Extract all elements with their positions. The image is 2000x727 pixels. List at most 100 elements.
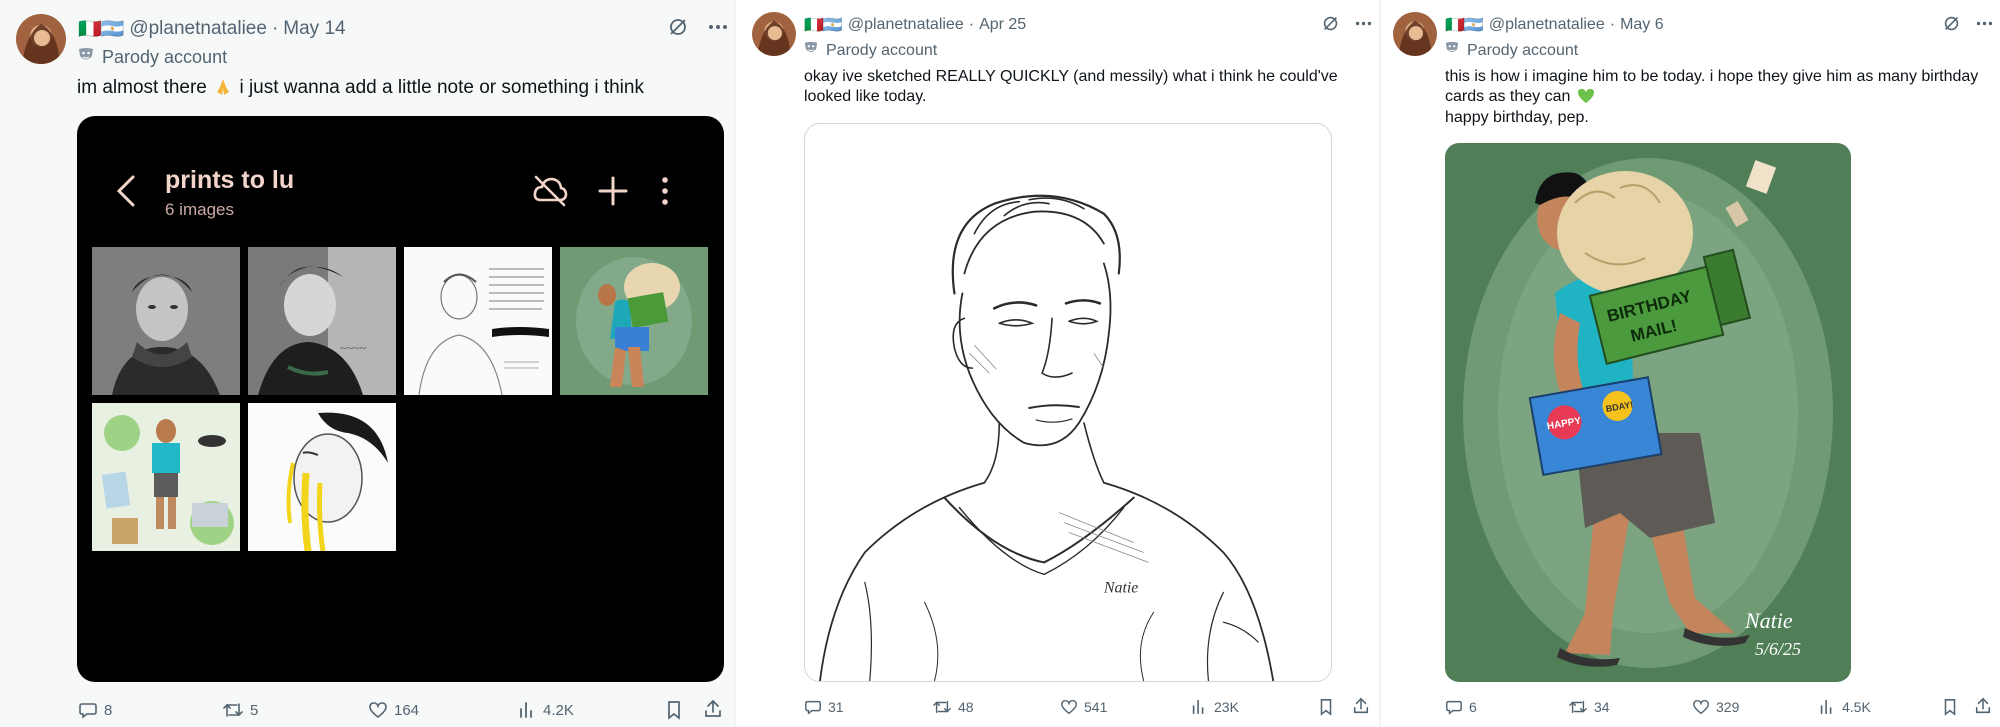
repost-button[interactable]: 5 <box>222 700 258 720</box>
sketch-image[interactable]: Natie <box>804 123 1332 682</box>
repost-button[interactable]: 34 <box>1568 698 1610 716</box>
post-text-line: okay ive sketched REALLY QUICKLY (and me… <box>804 68 1338 85</box>
user-handle[interactable]: @planetnataliee <box>1489 16 1605 34</box>
grok-icon[interactable] <box>668 17 688 37</box>
cloud-off-icon <box>532 174 568 213</box>
repost-count: 5 <box>250 701 259 719</box>
post-top-actions <box>668 17 728 37</box>
post-text: this is how i imagine him to be today. i… <box>1445 67 1978 128</box>
repost-button[interactable]: 48 <box>932 698 974 716</box>
reply-icon <box>805 700 821 715</box>
views-icon <box>520 702 532 718</box>
parody-label: Parody account <box>804 41 937 60</box>
post-top-actions <box>1322 15 1372 32</box>
thumbnail-5 <box>92 403 240 551</box>
more-icon[interactable] <box>1976 15 1993 32</box>
svg-text:~~~~: ~~~~ <box>340 341 366 355</box>
post-text-line: looked like today. <box>804 88 927 106</box>
like-count: 329 <box>1716 699 1740 715</box>
like-count: 541 <box>1084 699 1108 715</box>
bookmark-icon[interactable] <box>1317 698 1335 721</box>
repost-count: 48 <box>958 699 974 715</box>
grok-icon[interactable] <box>1322 15 1339 32</box>
reply-button[interactable]: 6 <box>1445 698 1477 716</box>
bookmark-icon[interactable] <box>664 700 684 725</box>
avatar[interactable] <box>752 12 796 56</box>
like-button[interactable]: 164 <box>368 700 419 720</box>
post-text-line: this is how i imagine him to be today. i… <box>1445 68 1979 85</box>
reply-count: 8 <box>104 701 113 719</box>
post-header: 🇮🇹🇦🇷 @planetnataliee · May 6 <box>1445 15 1664 35</box>
post-2: 🇮🇹🇦🇷 @planetnataliee · Apr 25 Parody acc… <box>736 0 1379 727</box>
post-header: 🇮🇹🇦🇷 @planetnataliee · Apr 25 <box>804 15 1026 35</box>
view-count: 4.2K <box>543 701 574 719</box>
flag-emojis: 🇮🇹🇦🇷 <box>804 17 843 34</box>
like-count: 164 <box>394 701 420 719</box>
post-date[interactable]: May 6 <box>1620 16 1664 34</box>
post-text: okay ive sketched REALLY QUICKLY (and me… <box>804 67 1338 108</box>
parody-text: Parody account <box>102 47 228 67</box>
like-button[interactable]: 541 <box>1060 698 1107 716</box>
post-date[interactable]: Apr 25 <box>979 16 1026 34</box>
reply-count: 31 <box>828 699 844 715</box>
flag-emojis: 🇮🇹🇦🇷 <box>78 19 124 40</box>
views-icon <box>1820 699 1832 715</box>
like-icon <box>1693 699 1709 715</box>
post-date[interactable]: May 14 <box>283 18 345 40</box>
view-count: 23K <box>1214 699 1239 715</box>
views-icon <box>1192 699 1204 715</box>
reply-button[interactable]: 8 <box>78 700 112 720</box>
reply-count: 6 <box>1469 699 1477 715</box>
reply-button[interactable]: 31 <box>804 698 844 716</box>
album-title: prints to lu <box>165 166 295 194</box>
share-icon[interactable] <box>1352 697 1370 720</box>
parody-text: Parody account <box>1467 41 1579 59</box>
post-3: 🇮🇹🇦🇷 @planetnataliee · May 6 Parody acco… <box>1381 0 2000 727</box>
album-screenshot[interactable]: prints to lu 6 images ~~~~ <box>77 116 724 682</box>
user-handle[interactable]: @planetnataliee <box>129 18 267 40</box>
separator: · <box>968 16 975 33</box>
repost-count: 34 <box>1594 699 1610 715</box>
reply-icon <box>79 703 97 719</box>
back-icon <box>115 174 137 213</box>
post-text-part: im almost there <box>77 77 207 98</box>
birthday-artwork[interactable]: BIRTHDAY MAIL! HAPPY BDAY! Natie 5/6/25 <box>1445 143 1851 682</box>
post-1: 🇮🇹🇦🇷 @planetnataliee · May 14 Parody acc… <box>0 0 734 727</box>
post-top-actions <box>1943 15 1993 32</box>
flag-emojis: 🇮🇹🇦🇷 <box>1445 17 1484 34</box>
like-icon <box>369 702 387 719</box>
like-button[interactable]: 329 <box>1692 698 1739 716</box>
share-icon[interactable] <box>703 699 723 724</box>
separator: · <box>271 18 279 39</box>
kebab-icon <box>660 174 670 213</box>
thumbnail-2: ~~~~ <box>248 247 396 395</box>
thumbnail-3 <box>404 247 552 395</box>
more-icon[interactable] <box>1355 15 1372 32</box>
post-text-part: i just wanna add a little note or someth… <box>239 77 644 98</box>
views-button[interactable]: 23K <box>1190 698 1239 716</box>
praying-hands-emoji <box>214 78 232 96</box>
parody-label: Parody account <box>78 47 227 68</box>
bookmark-icon[interactable] <box>1941 698 1959 721</box>
reply-icon <box>1446 700 1462 715</box>
parody-mask-icon <box>1445 41 1459 60</box>
share-icon[interactable] <box>1974 697 1992 720</box>
album-count: 6 images <box>165 200 234 219</box>
grok-icon[interactable] <box>1943 15 1960 32</box>
post-text-line: cards as they can <box>1445 87 1978 107</box>
parody-label: Parody account <box>1445 41 1578 60</box>
views-button[interactable]: 4.5K <box>1818 698 1871 716</box>
thumbnail-6 <box>248 403 396 551</box>
repost-icon <box>1569 700 1587 714</box>
post-text-line: happy birthday, pep. <box>1445 108 1589 126</box>
signature-date: 5/6/25 <box>1755 639 1801 659</box>
avatar[interactable] <box>16 14 66 64</box>
views-button[interactable]: 4.2K <box>517 700 574 720</box>
green-heart-emoji <box>1577 88 1595 104</box>
plus-icon <box>597 174 629 213</box>
repost-icon <box>933 700 951 714</box>
svg-text:Natie: Natie <box>1103 579 1139 596</box>
user-handle[interactable]: @planetnataliee <box>848 16 964 34</box>
more-icon[interactable] <box>708 17 728 37</box>
avatar[interactable] <box>1393 12 1437 56</box>
